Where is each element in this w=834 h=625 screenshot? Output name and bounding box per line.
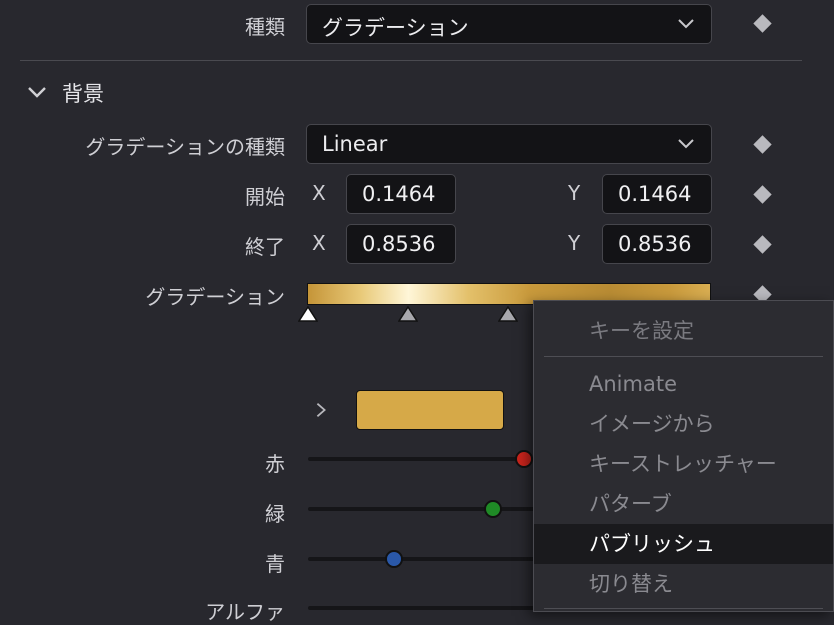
type-label: 種類 bbox=[245, 15, 285, 39]
menu-item-perturb[interactable]: パターブ bbox=[534, 484, 833, 524]
gradient-label: グラデーション bbox=[145, 285, 285, 309]
menu-header-set-key: キーを設定 bbox=[589, 319, 694, 343]
menu-item-from-image[interactable]: イメージから bbox=[534, 404, 833, 444]
start-y-value: 0.1464 bbox=[618, 182, 692, 206]
red-label: 赤 bbox=[265, 452, 285, 476]
start-x-field[interactable]: 0.1464 bbox=[346, 174, 456, 214]
end-x-axis-label: X bbox=[312, 231, 326, 255]
gradient-stop-marker[interactable] bbox=[298, 306, 318, 322]
gradient-stop-marker[interactable] bbox=[498, 306, 518, 322]
end-y-field[interactable]: 0.8536 bbox=[602, 224, 712, 264]
color-swatch[interactable] bbox=[356, 390, 504, 430]
blue-slider-knob[interactable] bbox=[384, 550, 403, 568]
gradient-stop-marker[interactable] bbox=[398, 306, 418, 322]
start-y-axis-label: Y bbox=[568, 181, 581, 205]
chevron-right-icon[interactable] bbox=[312, 400, 330, 420]
section-title-background[interactable]: 背景 bbox=[62, 78, 104, 108]
chevron-down-icon bbox=[678, 19, 694, 29]
section-divider bbox=[20, 60, 802, 61]
gradient-type-label: グラデーションの種類 bbox=[85, 135, 285, 159]
end-y-axis-label: Y bbox=[568, 231, 581, 255]
menu-item-switch[interactable]: 切り替え bbox=[534, 564, 833, 604]
end-label: 終了 bbox=[245, 235, 285, 259]
context-menu: キーを設定 Animate イメージから キーストレッチャー パターブ パブリッ… bbox=[533, 300, 834, 612]
green-slider-track[interactable] bbox=[308, 507, 568, 511]
end-x-field[interactable]: 0.8536 bbox=[346, 224, 456, 264]
red-slider-knob[interactable] bbox=[514, 450, 533, 468]
start-y-field[interactable]: 0.1464 bbox=[602, 174, 712, 214]
blue-slider-track[interactable] bbox=[308, 557, 568, 561]
end-y-value: 0.8536 bbox=[618, 232, 692, 256]
chevron-down-icon[interactable] bbox=[26, 81, 48, 103]
gradient-type-value: Linear bbox=[322, 132, 388, 156]
menu-divider bbox=[544, 356, 823, 357]
blue-label: 青 bbox=[265, 552, 285, 576]
type-dropdown[interactable]: グラデーション bbox=[306, 4, 712, 44]
end-x-value: 0.8536 bbox=[362, 232, 436, 256]
alpha-label: アルファ bbox=[205, 600, 285, 624]
start-x-axis-label: X bbox=[312, 181, 326, 205]
alpha-slider-track[interactable] bbox=[308, 606, 568, 610]
menu-item-key-stretcher[interactable]: キーストレッチャー bbox=[534, 444, 833, 484]
keyframe-diamond-icon[interactable] bbox=[753, 235, 772, 254]
gradient-type-dropdown[interactable]: Linear bbox=[306, 124, 712, 164]
start-x-value: 0.1464 bbox=[362, 182, 436, 206]
chevron-down-icon bbox=[678, 139, 694, 149]
keyframe-diamond-icon[interactable] bbox=[753, 14, 772, 33]
green-slider-knob[interactable] bbox=[483, 500, 502, 518]
menu-item-publish[interactable]: パブリッシュ bbox=[534, 524, 833, 564]
type-dropdown-value: グラデーション bbox=[322, 16, 469, 40]
menu-divider bbox=[544, 608, 823, 609]
keyframe-diamond-icon[interactable] bbox=[753, 135, 772, 154]
green-label: 緑 bbox=[265, 502, 285, 526]
keyframe-diamond-icon[interactable] bbox=[753, 185, 772, 204]
menu-item-animate[interactable]: Animate bbox=[534, 364, 833, 404]
start-label: 開始 bbox=[245, 185, 285, 209]
